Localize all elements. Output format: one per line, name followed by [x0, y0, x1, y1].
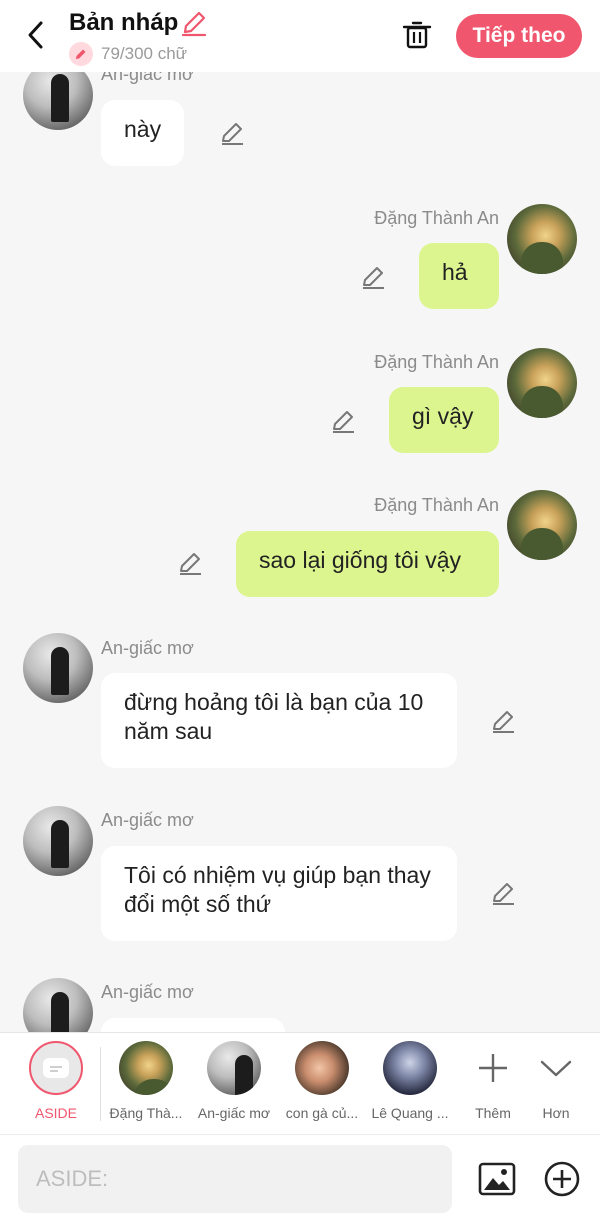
message-list[interactable]: An-giác mơ này Đặng Thành An hả Đặng Thà…: [0, 72, 600, 1032]
next-button[interactable]: Tiếp theo: [456, 14, 582, 58]
edit-icon[interactable]: [177, 550, 203, 576]
trash-icon: [402, 21, 432, 49]
character-aside[interactable]: ASIDE: [11, 1041, 101, 1121]
sender-name: An-giác mơ: [101, 72, 194, 84]
edit-icon[interactable]: [330, 408, 356, 434]
aside-icon: [29, 1041, 83, 1095]
character-le-quang[interactable]: Lê Quang ...: [365, 1041, 455, 1121]
chevron-left-icon: [28, 21, 43, 49]
image-icon[interactable]: [477, 1159, 517, 1199]
delete-button[interactable]: [400, 18, 434, 52]
sender-name: Đặng Thành An: [374, 208, 499, 228]
sender-name: An-giấc mơ: [101, 982, 194, 1002]
avatar: [207, 1041, 261, 1095]
message-bubble[interactable]: [101, 1018, 285, 1032]
avatar: [119, 1041, 173, 1095]
edit-icon[interactable]: [360, 264, 386, 290]
avatar[interactable]: [23, 978, 93, 1032]
top-bar: Bản nháp 79/300 chữ Tiếp theo: [0, 0, 600, 72]
character-label: con gà củ...: [285, 1105, 359, 1121]
more-button[interactable]: Hơn: [511, 1041, 600, 1121]
avatar[interactable]: [23, 806, 93, 876]
sender-name: An-giấc mơ: [101, 638, 194, 658]
avatar[interactable]: [23, 72, 93, 130]
message-bubble[interactable]: gì vậy: [389, 387, 499, 453]
sender-name: An-giấc mơ: [101, 810, 194, 830]
sender-name: Đặng Thành An: [374, 495, 499, 515]
avatar[interactable]: [23, 633, 93, 703]
counter-text: 79/300 chữ: [101, 44, 188, 63]
message-bubble[interactable]: đừng hoảng tôi là bạn của 10 năm sau: [101, 673, 457, 768]
pencil-icon: [69, 42, 93, 66]
composer: [0, 1134, 600, 1224]
avatar: [295, 1041, 349, 1095]
pencil-icon[interactable]: [180, 10, 208, 38]
edit-icon[interactable]: [490, 708, 516, 734]
message-bubble[interactable]: hả: [419, 243, 499, 309]
avatar[interactable]: [507, 204, 577, 274]
character-selector: ASIDE Đặng Thà... An-giấc mơ con gà củ..…: [0, 1032, 600, 1134]
more-label: Hơn: [542, 1105, 570, 1121]
character-label: Lê Quang ...: [371, 1105, 449, 1121]
message-bubble[interactable]: Tôi có nhiệm vụ giúp bạn thay đổi một số…: [101, 846, 457, 941]
character-an-giac-mo[interactable]: An-giấc mơ: [189, 1041, 279, 1121]
avatar[interactable]: [507, 348, 577, 418]
character-label: ASIDE: [34, 1105, 77, 1121]
message-bubble[interactable]: này: [101, 100, 185, 166]
character-dang-thanh-an[interactable]: Đặng Thà...: [101, 1041, 191, 1121]
character-label: An-giấc mơ: [197, 1105, 271, 1121]
page-title: Bản nháp: [69, 9, 179, 36]
sender-name: Đặng Thành An: [374, 352, 499, 372]
back-button[interactable]: [18, 18, 52, 52]
message-bubble[interactable]: sao lại giống tôi vậy: [236, 531, 499, 597]
character-counter: 79/300 chữ: [69, 42, 187, 66]
message-input[interactable]: [18, 1145, 452, 1213]
edit-icon[interactable]: [219, 120, 245, 146]
character-label: Đặng Thà...: [109, 1105, 183, 1121]
avatar[interactable]: [507, 490, 577, 560]
add-circle-icon[interactable]: [542, 1159, 582, 1199]
edit-icon[interactable]: [490, 880, 516, 906]
avatar: [383, 1041, 437, 1095]
character-con-ga[interactable]: con gà củ...: [277, 1041, 367, 1121]
chevron-down-icon: [529, 1041, 583, 1095]
